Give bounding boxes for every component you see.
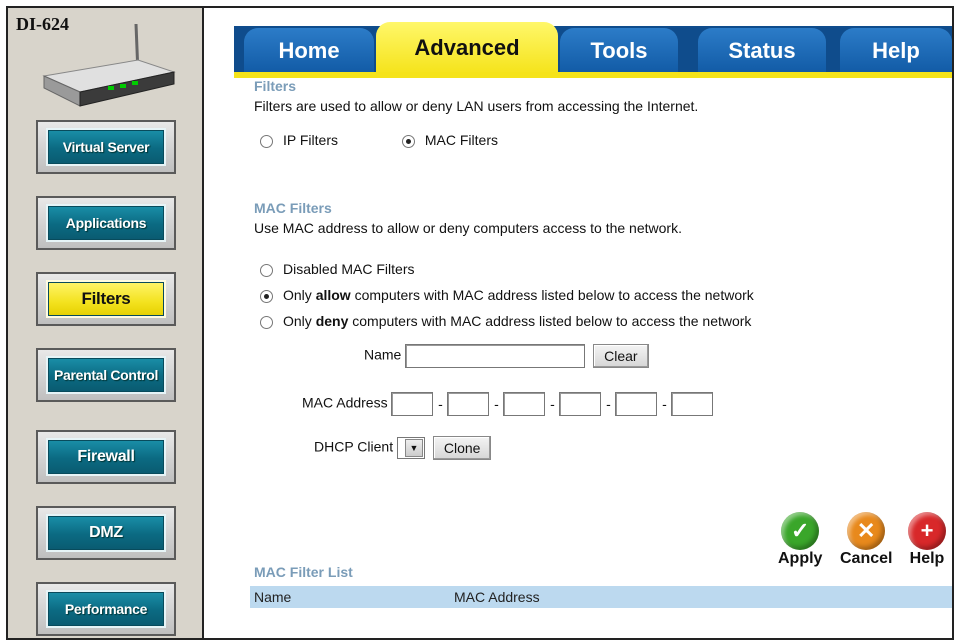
main-panel: Home Advanced Tools Status Help Filters … [204,8,952,638]
mac-separator: - [438,396,443,412]
sidebar-item-firewall[interactable]: Firewall [36,430,176,484]
allow-radio[interactable] [260,289,273,303]
tab-advanced[interactable]: Advanced [376,22,558,74]
sidebar-item-parental-control[interactable]: Parental Control [36,348,176,402]
apply-button[interactable]: ✓ Apply [778,512,822,568]
sidebar-item-label: Virtual Server [46,128,166,166]
chevron-down-icon[interactable]: ▼ [405,439,423,457]
deny-label-post: computers with MAC address listed below … [348,313,752,329]
sidebar-item-label: Applications [46,204,166,242]
ip-filters-option[interactable]: IP Filters [260,132,338,148]
name-label: Name [364,346,402,363]
mac-octet-6[interactable] [671,392,714,416]
column-name: Name [254,589,292,605]
mac-octet-4[interactable] [559,392,602,416]
router-image [42,24,176,107]
router-admin-window: DI-624 Virtual Server Applications Filte… [6,6,954,640]
clear-button[interactable]: Clear [593,344,649,368]
sidebar-item-dmz[interactable]: DMZ [36,506,176,560]
filters-title: Filters [254,78,297,94]
sidebar-item-label: Parental Control [46,356,166,394]
allow-label-pre: Only [283,287,316,303]
mac-separator: - [550,396,555,412]
name-row: Name Clear [364,344,952,368]
deny-label-pre: Only [283,313,316,329]
mac-mode-group: Disabled MAC Filters Only allow computer… [260,256,952,334]
ip-filters-radio[interactable] [260,134,273,148]
disabled-radio[interactable] [260,263,273,277]
deny-radio[interactable] [260,315,273,329]
mac-filter-list-header: Name MAC Address [250,586,952,608]
mac-filters-label: MAC Filters [424,132,498,148]
mac-separator: - [662,396,667,412]
cancel-label: Cancel [840,550,893,567]
filters-description: Filters are used to allow or deny LAN us… [254,98,699,114]
sidebar-item-virtual-server[interactable]: Virtual Server [36,120,176,174]
ip-filters-label: IP Filters [283,132,338,148]
mac-filter-list-title: MAC Filter List [254,564,353,580]
mac-address-row: MAC Address - - - - - [302,392,952,416]
mac-octet-5[interactable] [615,392,658,416]
allow-label-post: computers with MAC address listed below … [350,287,754,303]
sidebar-item-label: Firewall [46,438,166,476]
deny-label-bold: deny [315,313,349,329]
plus-icon: + [908,512,946,550]
sidebar-item-filters[interactable]: Filters [36,272,176,326]
mac-filters-radio[interactable] [401,134,415,148]
filter-type-group: IP Filters MAC Filters [254,132,952,148]
dhcp-client-row: DHCP Client ▼ Clone [314,436,952,460]
mac-separator: - [606,396,611,412]
filters-content: Filters Filters are used to allow or den… [254,78,952,460]
mac-octet-1[interactable] [391,392,434,416]
apply-label: Apply [778,550,823,567]
dhcp-client-select[interactable]: ▼ [397,437,425,459]
mac-octet-3[interactable] [503,392,546,416]
dhcp-client-label: DHCP Client [314,438,394,455]
deny-option[interactable]: Only deny computers with MAC address lis… [260,308,952,334]
disabled-option[interactable]: Disabled MAC Filters [260,256,952,282]
tab-home[interactable]: Home [244,28,374,74]
tab-tools[interactable]: Tools [560,28,678,74]
clone-button[interactable]: Clone [432,436,492,460]
mac-filters-title: MAC Filters [254,200,332,216]
help-label: Help [909,550,945,567]
sidebar: DI-624 Virtual Server Applications Filte… [8,8,204,638]
sidebar-item-label: Performance [46,590,166,628]
sidebar-item-performance[interactable]: Performance [36,582,176,636]
sidebar-item-applications[interactable]: Applications [36,196,176,250]
cancel-button[interactable]: ✕ Cancel [840,512,892,568]
mac-filters-option[interactable]: MAC Filters [401,132,498,148]
mac-address-label: MAC Address [302,394,388,411]
mac-filters-description: Use MAC address to allow or deny compute… [254,220,682,236]
mac-separator: - [494,396,499,412]
disabled-label: Disabled MAC Filters [283,261,415,277]
x-icon: ✕ [847,512,886,550]
column-mac-address: MAC Address [454,589,540,605]
sidebar-item-label: DMZ [46,514,166,552]
tab-help[interactable]: Help [840,28,952,74]
allow-option[interactable]: Only allow computers with MAC address li… [260,282,952,308]
mac-octet-2[interactable] [447,392,490,416]
tab-status[interactable]: Status [698,28,826,74]
sidebar-item-label: Filters [46,280,166,318]
allow-label-bold: allow [315,287,351,303]
check-icon: ✓ [781,512,820,550]
help-button[interactable]: + Help [908,512,946,568]
name-input[interactable] [405,344,586,368]
